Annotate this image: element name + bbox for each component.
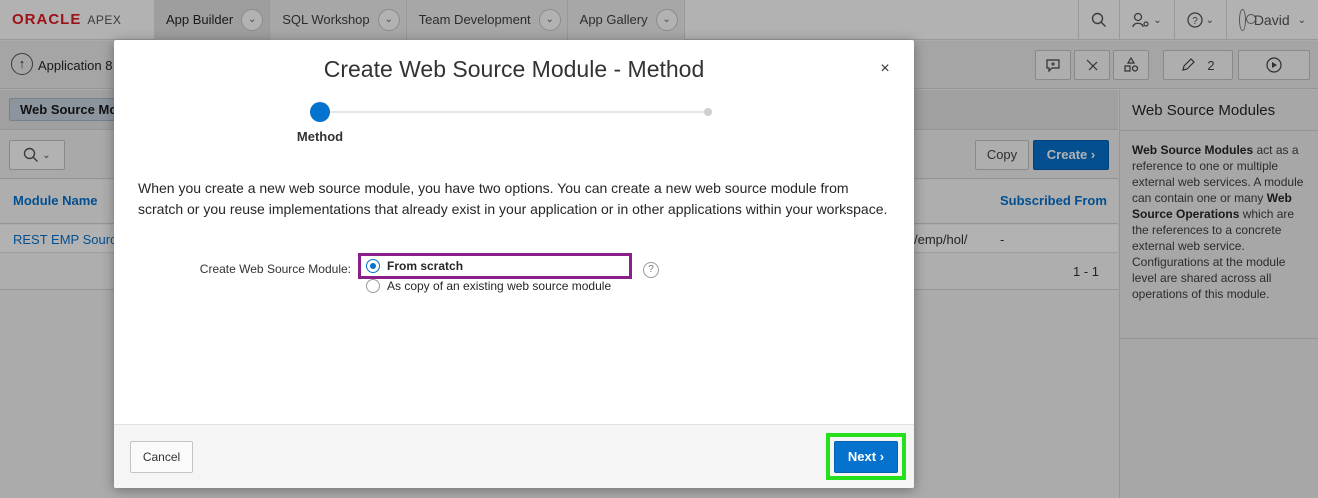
from-scratch-label[interactable]: From scratch [387,259,463,273]
method-field-label: Create Web Source Module: [199,262,351,276]
next-label: Next [847,449,877,464]
create-web-source-module-dialog: Create Web Source Module - Method × Meth… [114,40,914,488]
next-button[interactable]: Next › [834,441,898,473]
close-icon[interactable]: × [874,58,896,80]
from-scratch-radio[interactable] [366,259,380,273]
wizard-step-label: Method [296,129,344,144]
dialog-footer: Cancel Next › [114,424,914,488]
copy-existing-label[interactable]: As copy of an existing web source module [387,279,611,293]
wizard-progress-track [320,111,708,113]
chevron-right-icon: › [879,449,885,464]
dialog-description: When you create a new web source module,… [138,180,888,217]
wizard-step-final [704,108,712,116]
copy-existing-radio[interactable] [366,279,380,293]
dialog-title: Create Web Source Module - Method [323,56,705,82]
cancel-button[interactable]: Cancel [130,441,193,473]
help-icon[interactable]: ? [643,262,659,278]
wizard-step-current [310,102,330,122]
